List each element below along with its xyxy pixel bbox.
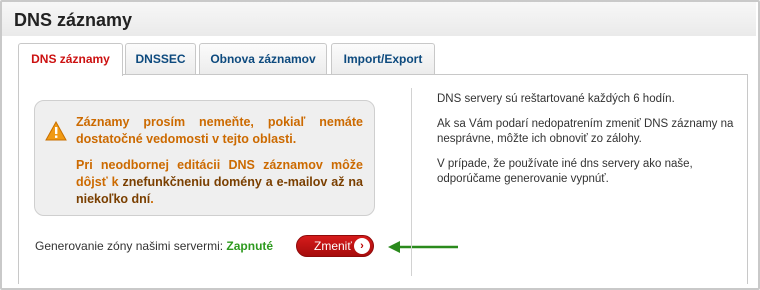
warning-paragraph-1: Záznamy prosím nemeňte, pokiaľ nemáte do… <box>76 115 363 146</box>
tab-dns-records[interactable]: DNS záznamy <box>18 43 123 76</box>
column-divider <box>411 88 412 276</box>
info-restore: Ak sa Vám podarí nedopatrením zmeniť DNS… <box>437 118 734 145</box>
green-arrow-icon <box>388 241 458 253</box>
tab-restore-records[interactable]: Obnova záznamov <box>199 43 327 74</box>
warning-paragraph-2: Pri neodbornej editácii DNS záznamov môž… <box>76 157 363 208</box>
tab-import-export[interactable]: Import/Export <box>331 43 435 74</box>
change-generation-button[interactable]: Zmeniť › <box>296 235 374 257</box>
zone-generation-row: Generovanie zóny našimi servermi: Zapnut… <box>35 239 273 253</box>
warning-box: Záznamy prosím nemeňte, pokiaľ nemáte do… <box>34 100 375 216</box>
info-restart: DNS servery sú reštartované každých 6 ho… <box>437 93 675 105</box>
chevron-right-icon: › <box>354 238 370 254</box>
page-title: DNS záznamy <box>14 10 133 30</box>
tab-dnssec[interactable]: DNSSEC <box>125 43 196 74</box>
info-column: DNS servery sú reštartované každých 6 ho… <box>437 92 737 197</box>
warning-paragraph-2-suffix: . <box>150 192 154 206</box>
zone-generation-status: Zapnuté <box>226 239 274 253</box>
change-button-label: Zmeniť <box>314 239 352 253</box>
page-header: DNS záznamy <box>2 2 756 36</box>
warning-triangle-icon <box>45 121 67 141</box>
zone-generation-label: Generovanie zóny našimi servermi: <box>35 239 224 253</box>
warning-text: Záznamy prosím nemeňte, pokiaľ nemáte do… <box>76 114 363 217</box>
info-other-servers: V prípade, že používate iné dns servery … <box>437 158 693 185</box>
